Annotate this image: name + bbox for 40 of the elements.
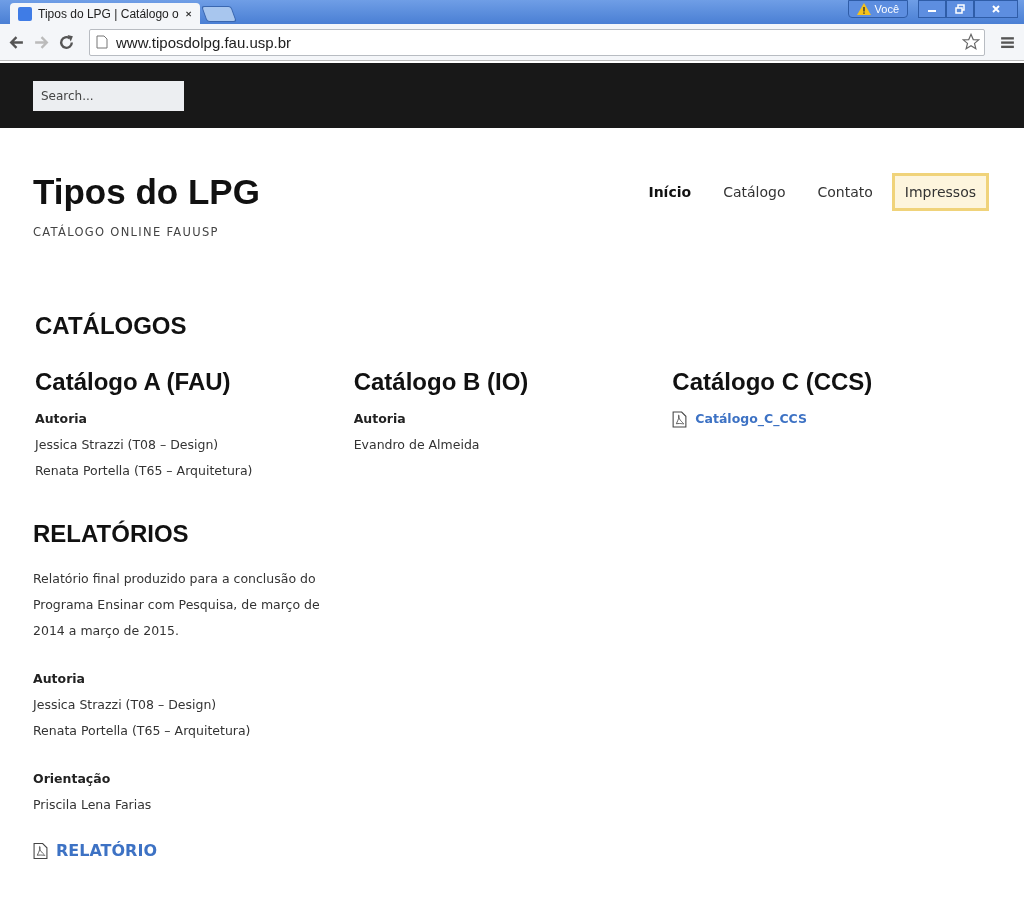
pdf-file-icon xyxy=(672,410,688,428)
new-tab-button[interactable] xyxy=(201,6,237,22)
section-heading: RELATÓRIOS xyxy=(33,520,190,548)
site-title[interactable]: Tipos do LPG xyxy=(33,173,260,211)
browser-tab[interactable]: Tipos do LPG | Catálogo o xyxy=(10,3,200,24)
warning-icon xyxy=(856,3,871,15)
close-window-button[interactable] xyxy=(974,0,1018,18)
star-icon[interactable] xyxy=(962,33,980,51)
author-name: Renata Portella (T65 – Arquitetura) xyxy=(35,462,254,480)
nav-link[interactable]: Impressos xyxy=(891,173,989,211)
favicon-icon xyxy=(18,6,32,21)
page-icon xyxy=(96,35,108,49)
nav-link[interactable]: Início xyxy=(635,173,705,211)
restore-icon xyxy=(955,4,965,14)
restore-button[interactable] xyxy=(946,0,974,18)
close-icon xyxy=(991,4,1001,14)
report-link[interactable]: RELATÓRIO xyxy=(56,838,157,864)
author-name: Evandro de Almeida xyxy=(353,436,481,454)
person-name: Renata Portella (T65 – Arquitetura) xyxy=(33,722,252,740)
nav-link[interactable]: Contato xyxy=(804,173,886,211)
authorship-label: Autoria xyxy=(35,410,89,428)
address-bar[interactable]: www.tiposdolpg.fau.usp.br xyxy=(89,28,985,56)
reload-icon[interactable] xyxy=(58,33,75,51)
pdf-link[interactable]: Catálogo_C_CCS xyxy=(695,406,808,432)
authorship-label: Autoria xyxy=(353,410,407,428)
section-heading: CATÁLOGOS xyxy=(35,312,188,340)
catalog-heading: Catálogo A (FAU) xyxy=(35,368,232,396)
person-name: Jessica Strazzi (T08 – Design) xyxy=(33,696,218,714)
catalog-heading: Catálogo C (CCS) xyxy=(672,368,874,396)
author-name: Jessica Strazzi (T08 – Design) xyxy=(35,436,220,454)
person-name: Priscila Lena Farias xyxy=(33,796,153,814)
pdf-file-icon xyxy=(33,842,48,860)
site-tagline: CATÁLOGO ONLINE FAUUSP xyxy=(33,225,220,239)
credit-label: Autoria xyxy=(33,670,87,688)
report-description: Relatório final produzido para a conclusão do Programa Ensinar com Pesquisa, de março de 2014 a março de 2015. xyxy=(33,570,321,640)
catalog-heading: Catálogo B (IO) xyxy=(353,368,530,396)
credit-label: Orientação xyxy=(33,770,112,788)
minimize-button[interactable] xyxy=(918,0,946,18)
nav-link[interactable]: Catálogo xyxy=(710,173,799,211)
search-field[interactable]: Search... xyxy=(33,80,184,111)
